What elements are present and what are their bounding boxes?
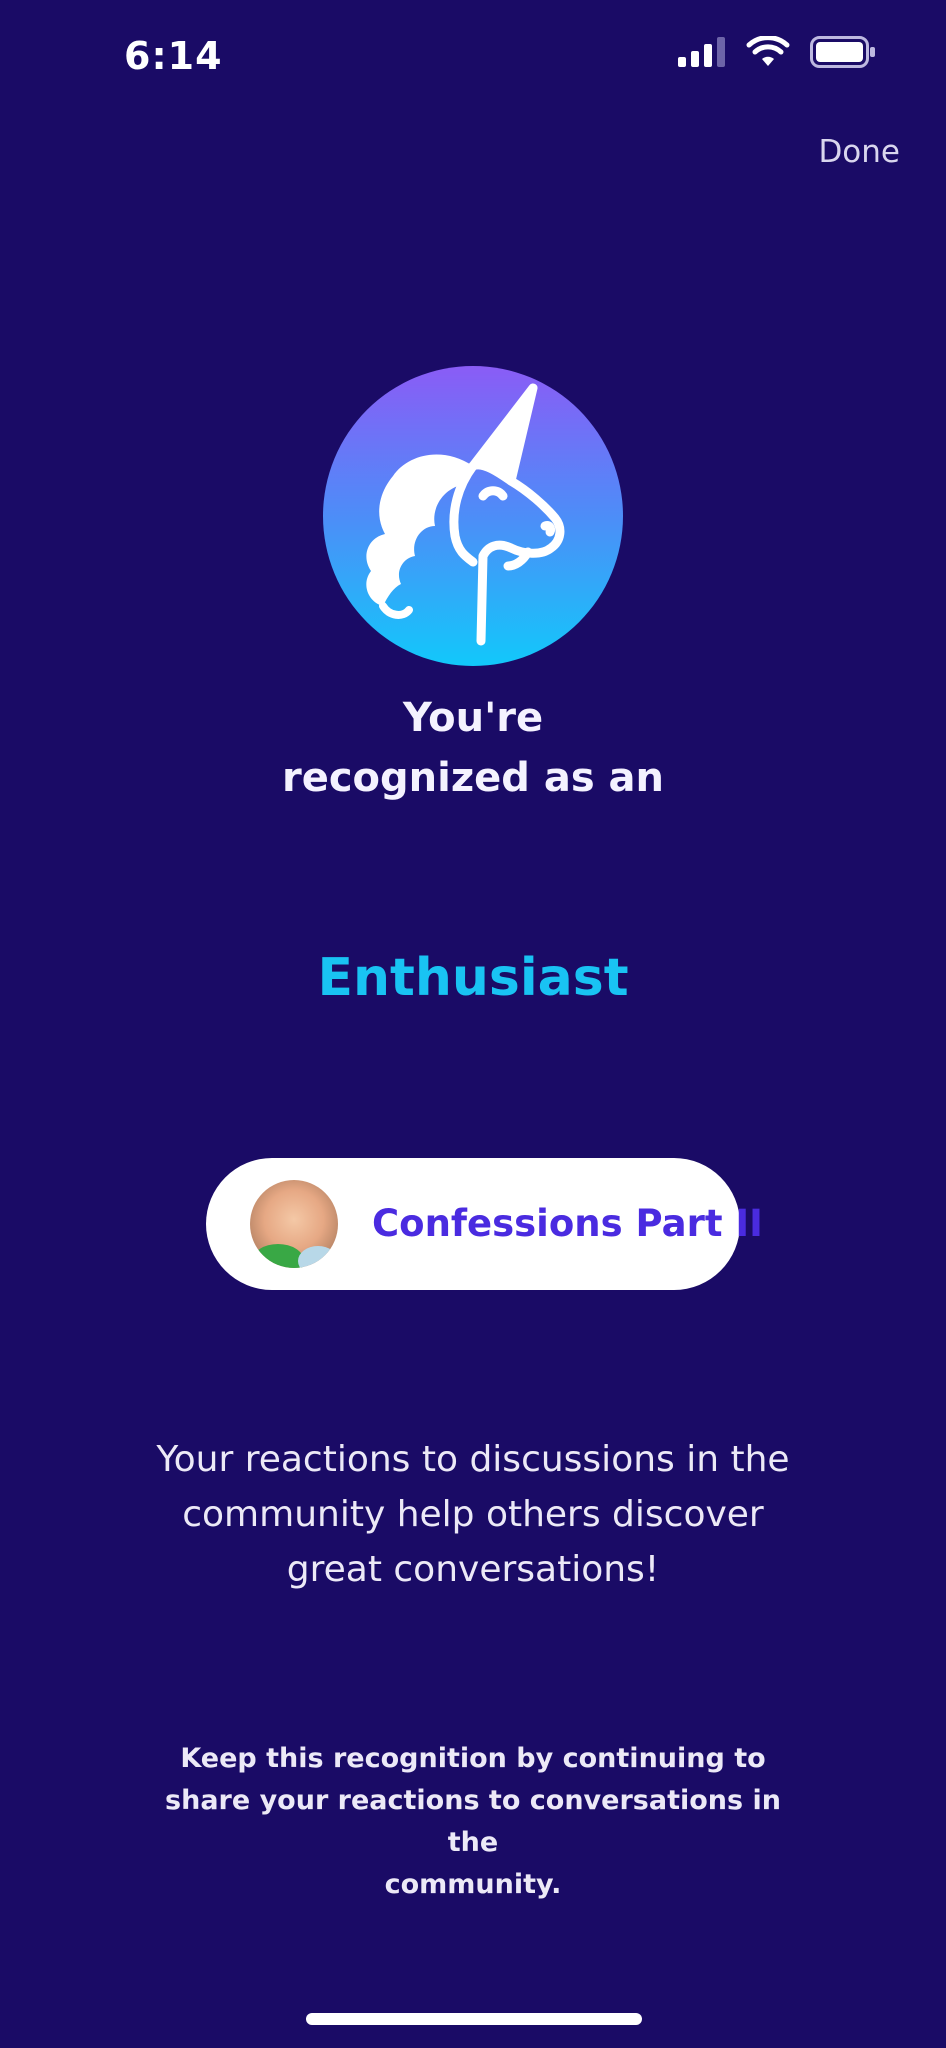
done-button[interactable]: Done bbox=[818, 134, 900, 170]
recognition-heading: You're recognized as an bbox=[173, 688, 773, 808]
wifi-icon bbox=[746, 36, 790, 66]
battery-icon bbox=[810, 36, 875, 68]
description-line-2: community help others discover bbox=[182, 1494, 764, 1535]
footnote-line-2: share your reactions to conversations in… bbox=[165, 1785, 781, 1858]
recognition-title: Enthusiast bbox=[317, 948, 629, 1008]
recognition-badge bbox=[323, 366, 623, 666]
footnote-line-3: community. bbox=[384, 1869, 562, 1900]
recognition-line-2: recognized as an bbox=[281, 755, 665, 801]
status-time: 6:14 bbox=[124, 34, 223, 78]
user-avatar bbox=[250, 1180, 338, 1268]
footnote-text: Keep this recognition by continuing to s… bbox=[143, 1738, 803, 1906]
footnote-line-1: Keep this recognition by continuing to bbox=[180, 1743, 766, 1774]
description-text: Your reactions to discussions in the com… bbox=[113, 1432, 833, 1597]
home-indicator[interactable] bbox=[306, 2013, 642, 2025]
conversation-pill-label: Confessions Part II bbox=[372, 1202, 763, 1245]
status-bar: 6:14 bbox=[0, 0, 946, 116]
unicorn-icon bbox=[366, 383, 565, 646]
avatar-shirt bbox=[252, 1244, 304, 1268]
recognition-line-1: You're bbox=[402, 695, 544, 741]
avatar-background bbox=[298, 1246, 338, 1268]
cellular-signal-icon bbox=[678, 37, 725, 67]
status-icons bbox=[678, 36, 876, 68]
description-line-1: Your reactions to discussions in the bbox=[156, 1439, 790, 1480]
description-line-3: great conversations! bbox=[286, 1549, 660, 1590]
conversation-pill[interactable]: Confessions Part II bbox=[206, 1158, 763, 1290]
